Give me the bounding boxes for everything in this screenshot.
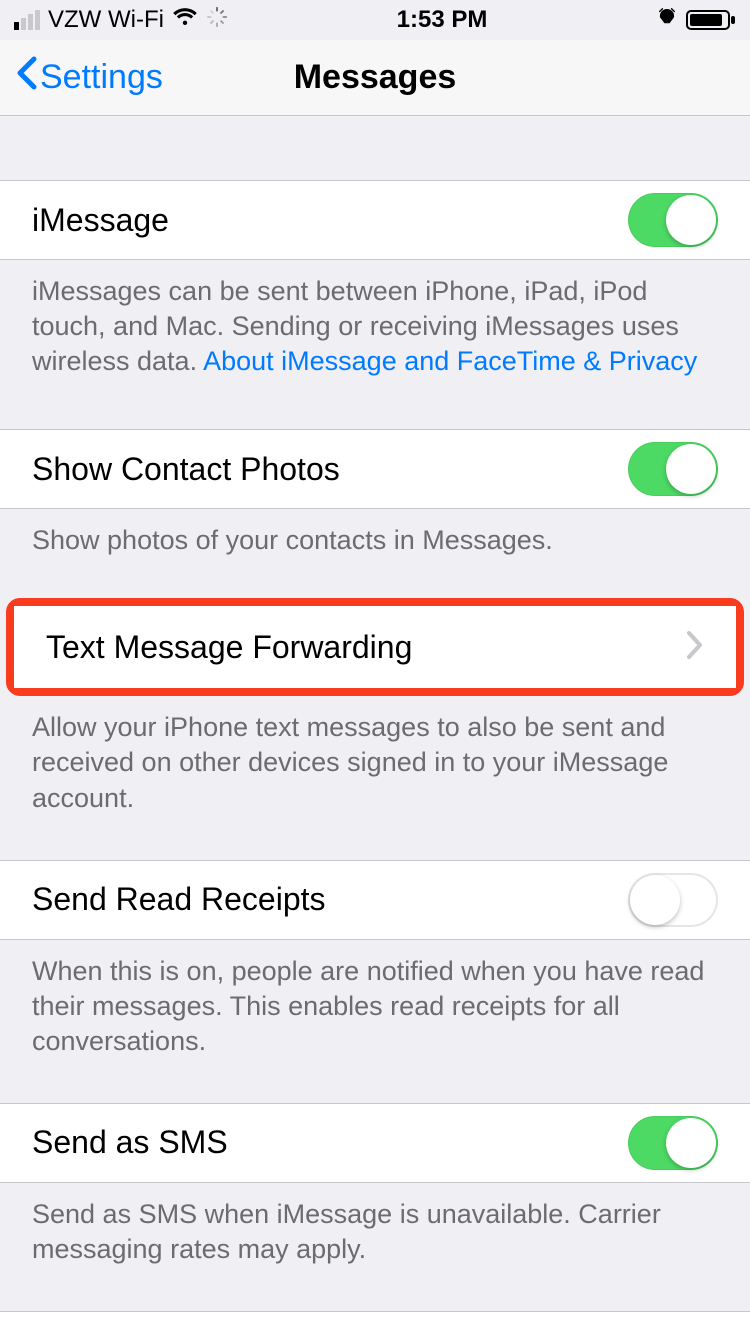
chevron-right-icon xyxy=(686,630,704,665)
send-sms-footer: Send as SMS when iMessage is unavailable… xyxy=(0,1183,750,1289)
status-bar: VZW Wi-Fi 1:53 PM xyxy=(0,0,750,40)
read-receipts-row: Send Read Receipts xyxy=(0,860,750,940)
loading-spinner-icon xyxy=(206,6,228,35)
nav-bar: Settings Messages xyxy=(0,40,750,116)
read-receipts-footer: When this is on, people are notified whe… xyxy=(0,940,750,1081)
send-receive-row[interactable]: Send & Receive 2 Addresses xyxy=(0,1311,750,1333)
wifi-icon xyxy=(172,6,198,34)
alarm-icon xyxy=(656,6,678,35)
send-sms-toggle[interactable] xyxy=(628,1116,718,1170)
status-right xyxy=(656,6,736,35)
clock-label: 1:53 PM xyxy=(397,6,488,34)
battery-icon xyxy=(686,9,736,31)
imessage-toggle[interactable] xyxy=(628,193,718,247)
chevron-left-icon xyxy=(14,55,38,100)
status-left: VZW Wi-Fi xyxy=(14,6,228,35)
carrier-label: VZW Wi-Fi xyxy=(48,6,164,34)
back-button[interactable]: Settings xyxy=(14,55,163,100)
forwarding-highlight: Text Message Forwarding xyxy=(6,598,744,696)
contact-photos-footer: Show photos of your contacts in Messages… xyxy=(0,509,750,580)
forwarding-row[interactable]: Text Message Forwarding xyxy=(14,606,736,688)
imessage-footer: iMessages can be sent between iPhone, iP… xyxy=(0,260,750,401)
contact-photos-row: Show Contact Photos xyxy=(0,429,750,509)
imessage-label: iMessage xyxy=(32,202,169,239)
forwarding-footer: Allow your iPhone text messages to also … xyxy=(0,696,750,837)
imessage-row: iMessage xyxy=(0,180,750,260)
read-receipts-toggle[interactable] xyxy=(628,873,718,927)
forwarding-label: Text Message Forwarding xyxy=(46,629,412,666)
read-receipts-label: Send Read Receipts xyxy=(32,881,326,918)
page-title: Messages xyxy=(294,58,457,97)
contact-photos-label: Show Contact Photos xyxy=(32,451,340,488)
back-label: Settings xyxy=(40,58,163,97)
send-sms-label: Send as SMS xyxy=(32,1124,228,1161)
cellular-signal-icon xyxy=(14,10,40,30)
contact-photos-toggle[interactable] xyxy=(628,442,718,496)
send-sms-row: Send as SMS xyxy=(0,1103,750,1183)
imessage-privacy-link[interactable]: About iMessage and FaceTime & Privacy xyxy=(203,346,697,376)
